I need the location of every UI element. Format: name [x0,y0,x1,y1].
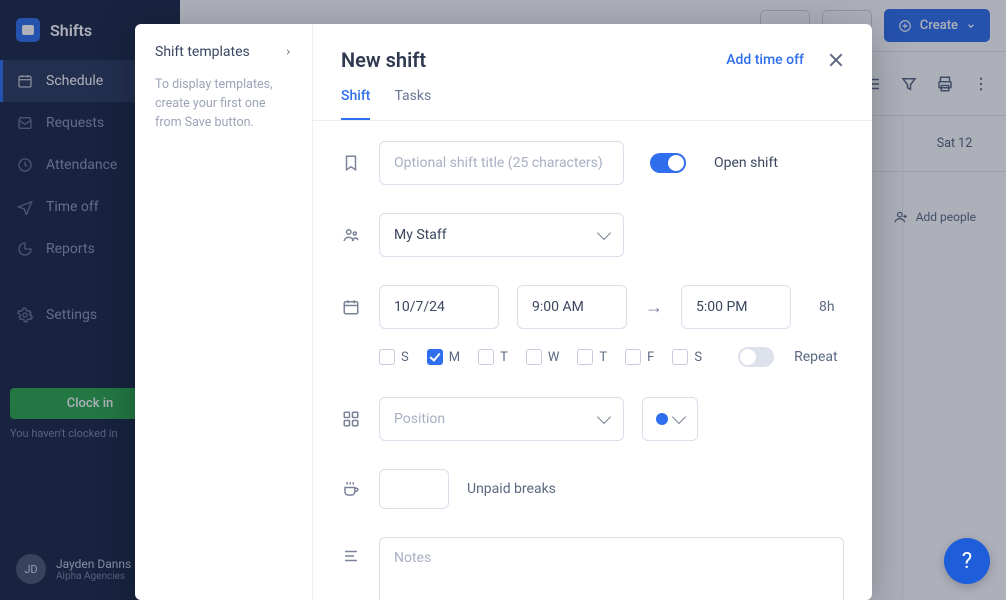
row-days: S M T W T F S Repeat [341,347,844,367]
modal-title: New shift [341,48,726,72]
chevron-right-icon [284,46,292,58]
repeat-toggle[interactable] [738,347,774,367]
staff-select[interactable]: My Staff [379,213,624,257]
date-input[interactable] [379,285,499,329]
close-icon[interactable] [828,52,844,68]
day-sat[interactable]: S [672,349,702,365]
modal-main: New shift Add time off Shift Tasks Open … [313,24,872,600]
staff-value: My Staff [394,227,447,243]
position-placeholder: Position [394,411,445,427]
duration-label: 8h [819,299,835,315]
row-notes [341,537,844,600]
modal-tabs: Shift Tasks [313,72,872,121]
day-wed[interactable]: W [526,349,560,365]
position-select[interactable]: Position [379,397,624,441]
end-time-input[interactable] [681,285,791,329]
templates-panel: Shift templates To display templates, cr… [135,24,313,600]
breaks-input[interactable] [379,469,449,509]
open-shift-label: Open shift [714,155,778,171]
templates-header[interactable]: Shift templates [155,44,292,60]
form-area: Open shift My Staff → 8h [313,121,872,600]
row-title: Open shift [341,141,844,185]
people-icon [341,226,361,244]
add-time-off-link[interactable]: Add time off [726,52,804,68]
row-breaks: Unpaid breaks [341,469,844,509]
day-sun[interactable]: S [379,349,409,365]
breaks-label: Unpaid breaks [467,481,556,497]
bookmark-icon [341,154,361,172]
day-thu[interactable]: T [577,349,607,365]
modal-header: New shift Add time off [313,24,872,72]
day-fri[interactable]: F [625,349,654,365]
repeat-group: Repeat [730,347,838,367]
notes-textarea[interactable] [379,537,844,600]
start-time-input[interactable] [517,285,627,329]
row-position: Position [341,397,844,441]
chevron-down-icon [597,226,611,240]
day-tue[interactable]: T [478,349,508,365]
new-shift-modal: Shift templates To display templates, cr… [135,24,872,600]
notes-icon [341,547,361,565]
shift-title-input[interactable] [379,141,624,185]
help-label: ? [962,549,972,574]
coffee-icon [341,480,361,498]
calendar-icon [341,298,361,316]
tab-tasks[interactable]: Tasks [394,88,431,120]
help-button[interactable]: ? [944,538,990,584]
grid-icon [341,410,361,428]
templates-title: Shift templates [155,44,250,60]
row-staff: My Staff [341,213,844,257]
tab-shift[interactable]: Shift [341,88,370,120]
row-datetime: → 8h [341,285,844,329]
chevron-down-icon [597,410,611,424]
chevron-down-icon [672,410,686,424]
color-swatch [656,413,668,425]
color-select[interactable] [642,397,698,441]
arrow-right-icon: → [645,297,663,318]
day-mon[interactable]: M [427,349,460,365]
repeat-label: Repeat [794,349,838,365]
templates-description: To display templates, create your first … [155,76,292,132]
open-shift-toggle[interactable] [650,153,686,173]
